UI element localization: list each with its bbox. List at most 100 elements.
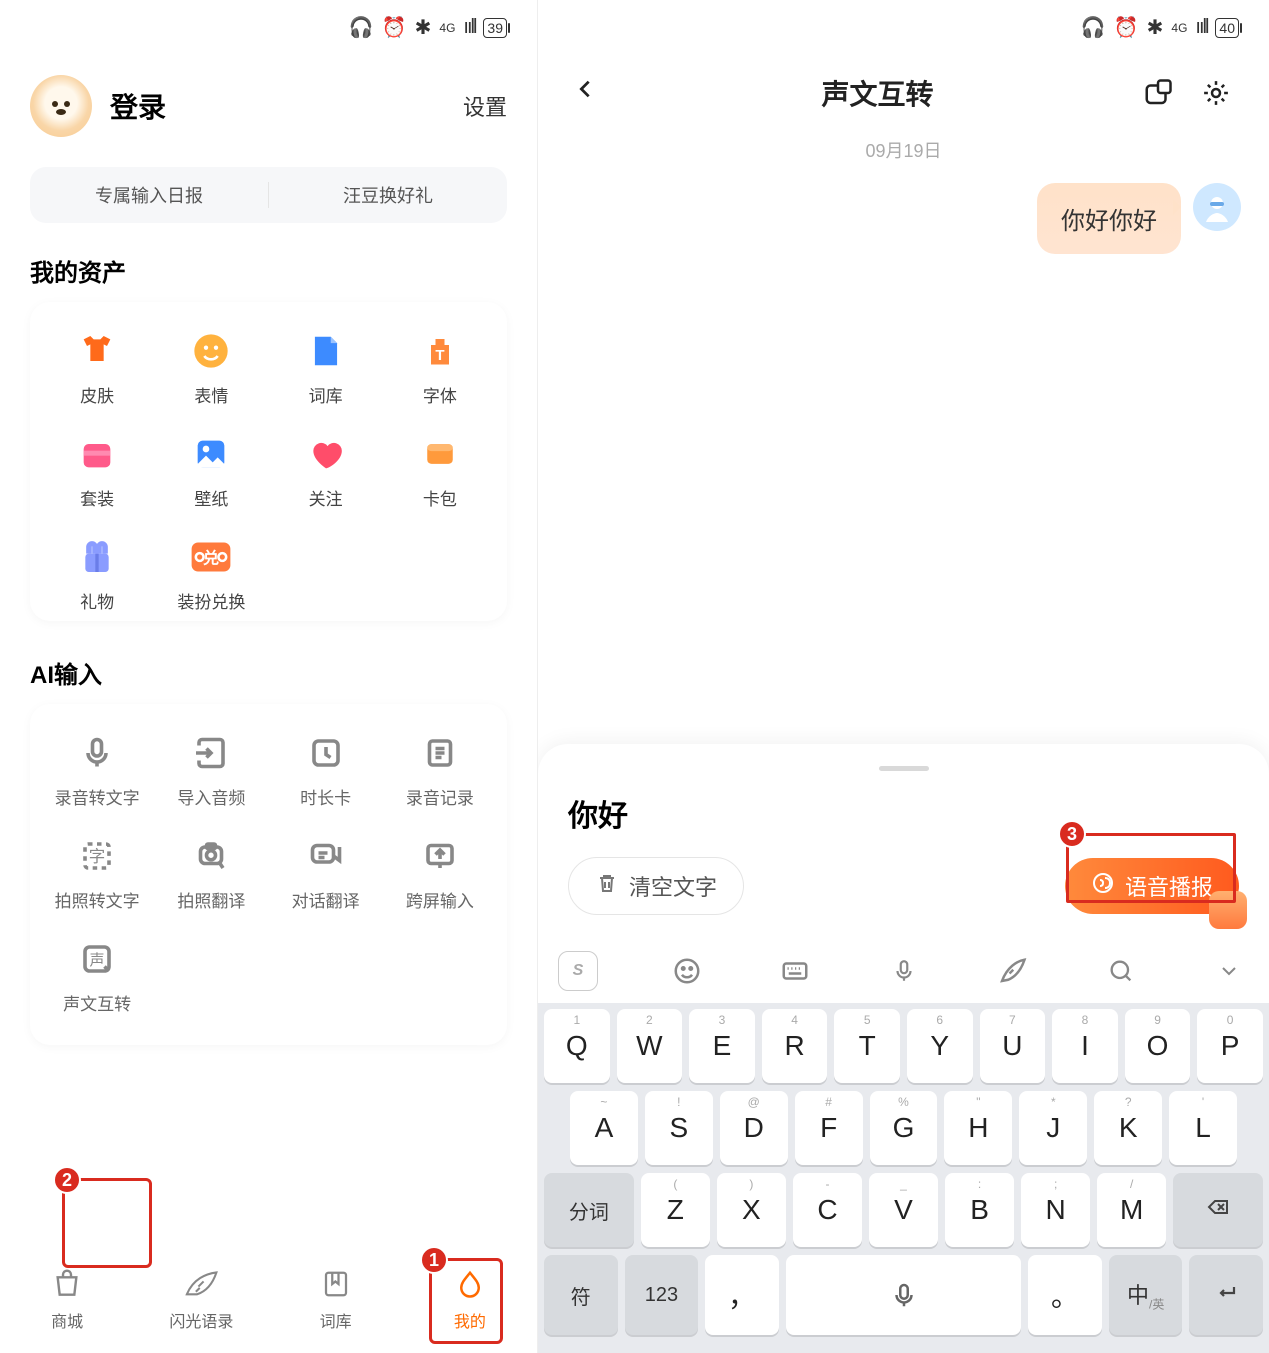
key-G[interactable]: %G [870, 1091, 938, 1165]
asset-item[interactable]: 表情 [154, 330, 268, 407]
tab-dict[interactable]: 词库 [269, 1244, 403, 1353]
sheet-handle[interactable] [879, 766, 929, 771]
asset-label: 关注 [309, 485, 343, 510]
keyboard-icon[interactable] [775, 951, 815, 991]
key-symbol[interactable]: 符 [544, 1255, 618, 1335]
key-O[interactable]: 9O [1125, 1009, 1191, 1083]
asset-item[interactable]: 礼物 [40, 536, 154, 613]
asset-item[interactable]: 套装 [40, 433, 154, 510]
ai-item[interactable]: 字拍照转文字 [40, 835, 154, 912]
key-K[interactable]: ?K [1094, 1091, 1162, 1165]
key-，[interactable]: ， [705, 1255, 779, 1335]
ai-icon: 声 [76, 938, 118, 980]
key-fenci[interactable]: 分词 [544, 1173, 634, 1247]
asset-item[interactable]: 皮肤 [40, 330, 154, 407]
battery-indicator: 39 [483, 18, 507, 38]
banner-report[interactable]: 专属输入日报 [30, 182, 268, 208]
key-P[interactable]: 0P [1197, 1009, 1263, 1083]
key-Q[interactable]: 1Q [544, 1009, 610, 1083]
key-S[interactable]: !S [645, 1091, 713, 1165]
key-backspace[interactable] [1173, 1173, 1263, 1247]
asset-item[interactable]: 壁纸 [154, 433, 268, 510]
feather-icon[interactable] [992, 951, 1032, 991]
asset-item[interactable]: 关注 [269, 433, 383, 510]
key-enter[interactable] [1189, 1255, 1263, 1335]
key-H[interactable]: "H [944, 1091, 1012, 1165]
svg-text:字: 字 [89, 847, 106, 866]
key-L[interactable]: 'L [1169, 1091, 1237, 1165]
key-E[interactable]: 3E [689, 1009, 755, 1083]
message-bubble[interactable]: 你好你好 [1037, 183, 1181, 254]
pip-icon[interactable] [1141, 76, 1175, 110]
key-Y[interactable]: 6Y [907, 1009, 973, 1083]
ai-item[interactable]: 录音记录 [383, 732, 497, 809]
ai-item[interactable]: 跨屏输入 [383, 835, 497, 912]
page-title: 声文互转 [614, 73, 1141, 113]
key-U[interactable]: 7U [980, 1009, 1046, 1083]
key-cn-en[interactable]: 中/英 [1109, 1255, 1183, 1335]
bookmark-icon [321, 1266, 351, 1302]
back-button[interactable] [574, 75, 614, 111]
emoji-icon[interactable] [667, 951, 707, 991]
key-。[interactable]: 。 [1028, 1255, 1102, 1335]
key-I[interactable]: 8I [1052, 1009, 1118, 1083]
key-B[interactable]: :B [945, 1173, 1014, 1247]
avatar-icon[interactable] [30, 75, 92, 137]
sogou-logo-icon[interactable]: S [558, 951, 598, 991]
key-M[interactable]: /M [1097, 1173, 1166, 1247]
asset-item[interactable]: 兑装扮兑换 [154, 536, 268, 613]
key-F[interactable]: #F [795, 1091, 863, 1165]
ai-icon [419, 732, 461, 774]
ai-item[interactable]: 时长卡 [269, 732, 383, 809]
feather-icon [183, 1266, 219, 1302]
asset-item[interactable]: 词库 [269, 330, 383, 407]
ai-label: 拍照转文字 [55, 887, 140, 912]
key-W[interactable]: 2W [617, 1009, 683, 1083]
asset-item[interactable]: 卡包 [383, 433, 497, 510]
bluetooth-icon: ✱ [1147, 15, 1164, 40]
float-icon[interactable] [1209, 891, 1247, 929]
ai-item[interactable]: 对话翻译 [269, 835, 383, 912]
asset-label: 表情 [194, 382, 228, 407]
ai-label: 声文互转 [63, 990, 131, 1015]
svg-text:声: 声 [90, 951, 105, 969]
key-X[interactable]: )X [717, 1173, 786, 1247]
voice-play-label: 语音播报 [1125, 870, 1213, 902]
key-R[interactable]: 4R [762, 1009, 828, 1083]
search-icon[interactable] [1101, 951, 1141, 991]
key-A[interactable]: ~A [570, 1091, 638, 1165]
key-N[interactable]: ;N [1021, 1173, 1090, 1247]
gear-icon[interactable] [1199, 76, 1233, 110]
chat-avatar-icon [1193, 183, 1241, 231]
ai-icon [190, 732, 232, 774]
ai-icon [305, 732, 347, 774]
ai-item[interactable]: 导入音频 [154, 732, 268, 809]
asset-item[interactable]: T字体 [383, 330, 497, 407]
key-T[interactable]: 5T [834, 1009, 900, 1083]
key-D[interactable]: @D [720, 1091, 788, 1165]
login-button[interactable]: 登录 [110, 86, 463, 126]
bottom-sheet: 你好 清空文字 语音播报 S [538, 744, 1269, 1353]
key-V[interactable]: _V [869, 1173, 938, 1247]
asset-icon: 兑 [190, 536, 232, 578]
asset-icon [76, 536, 118, 578]
settings-button[interactable]: 设置 [463, 90, 507, 122]
droplet-icon [455, 1266, 485, 1302]
key-C[interactable]: -C [793, 1173, 862, 1247]
tab-quotes[interactable]: 闪光语录 [134, 1244, 268, 1353]
ai-item[interactable]: 录音转文字 [40, 732, 154, 809]
asset-label: 皮肤 [80, 382, 114, 407]
clear-text-button[interactable]: 清空文字 [568, 857, 744, 915]
asset-label: 装扮兑换 [177, 588, 245, 613]
chevron-down-icon[interactable] [1209, 951, 1249, 991]
banner-gift[interactable]: 汪豆换好礼 [269, 182, 507, 208]
key-space[interactable] [786, 1255, 1021, 1335]
asset-icon [190, 330, 232, 372]
key-Z[interactable]: (Z [641, 1173, 710, 1247]
ai-item[interactable]: 拍照翻译 [154, 835, 268, 912]
tab-store[interactable]: 商城 [0, 1244, 134, 1353]
mic-icon[interactable] [884, 951, 924, 991]
key-J[interactable]: *J [1019, 1091, 1087, 1165]
key-123[interactable]: 123 [625, 1255, 699, 1335]
ai-item[interactable]: 声声文互转 [40, 938, 154, 1015]
